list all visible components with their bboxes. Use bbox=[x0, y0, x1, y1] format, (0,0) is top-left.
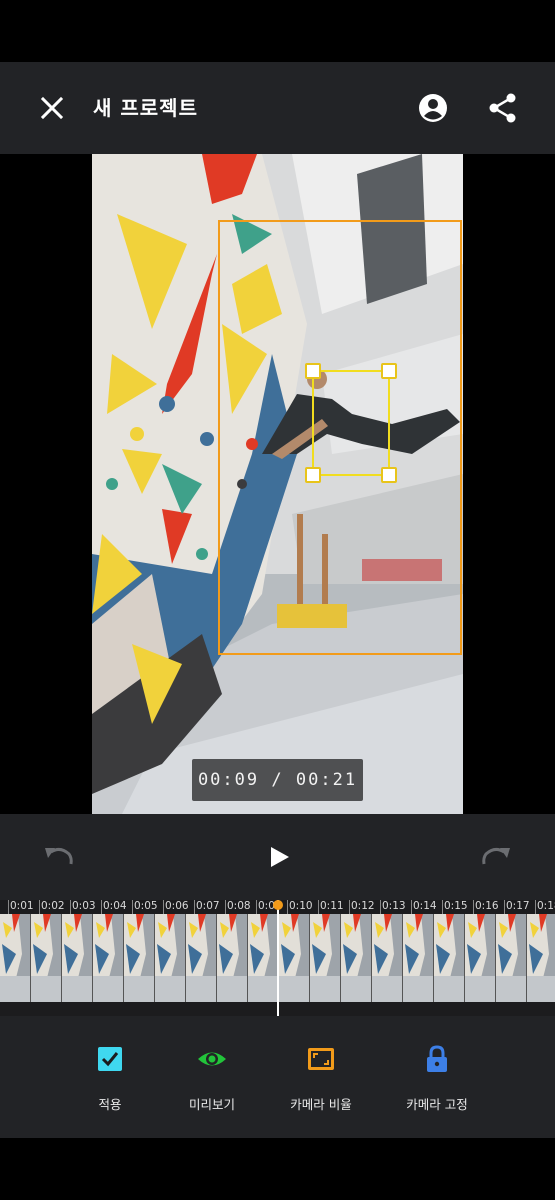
tick-label: 0:05 bbox=[134, 900, 158, 912]
tick-mark bbox=[163, 900, 164, 914]
redo-icon[interactable] bbox=[481, 844, 513, 870]
tick-mark bbox=[8, 900, 9, 914]
tick-label: 0:03 bbox=[72, 900, 96, 912]
tick-label: 0:01 bbox=[10, 900, 34, 912]
tick-mark bbox=[101, 900, 102, 914]
filmstrip-frame bbox=[465, 914, 496, 1002]
tick-mark bbox=[349, 900, 350, 914]
bottom-toolbar: 적용 미리보기 카메라 비율 카메라 고정 bbox=[0, 1016, 555, 1138]
filmstrip-frame bbox=[434, 914, 465, 1002]
tick-label: 0:06 bbox=[165, 900, 189, 912]
tick-mark bbox=[504, 900, 505, 914]
filmstrip-frame bbox=[124, 914, 155, 1002]
filmstrip-frame bbox=[93, 914, 124, 1002]
filmstrip-frame bbox=[0, 914, 31, 1002]
resize-handle-top-left[interactable] bbox=[305, 363, 321, 379]
playhead[interactable] bbox=[277, 900, 279, 1016]
filmstrip-frame bbox=[248, 914, 279, 1002]
tick-mark bbox=[473, 900, 474, 914]
camera-lock-label: 카메라 고정 bbox=[406, 1097, 468, 1112]
play-icon[interactable] bbox=[266, 844, 292, 870]
playhead-knob[interactable] bbox=[273, 900, 283, 910]
close-icon[interactable] bbox=[36, 92, 68, 124]
resize-handle-top-right[interactable] bbox=[381, 363, 397, 379]
filmstrip-frame bbox=[217, 914, 248, 1002]
tick-label: 0:16 bbox=[475, 900, 499, 912]
filmstrip-frame bbox=[62, 914, 93, 1002]
tick-mark bbox=[411, 900, 412, 914]
tick-label: 0:02 bbox=[41, 900, 65, 912]
tick-mark bbox=[380, 900, 381, 914]
tick-mark bbox=[132, 900, 133, 914]
filmstrip-frame bbox=[341, 914, 372, 1002]
account-circle-icon[interactable] bbox=[416, 91, 450, 125]
tick-label: 0:17 bbox=[506, 900, 530, 912]
tick-mark bbox=[318, 900, 319, 914]
filmstrip-frame bbox=[496, 914, 527, 1002]
tick-label: 0:07 bbox=[196, 900, 220, 912]
timecode-display: 00:09 / 00:21 bbox=[192, 759, 363, 801]
tick-label: 0:12 bbox=[351, 900, 375, 912]
focus-tracking-box[interactable] bbox=[305, 363, 397, 483]
tick-label: 0:10 bbox=[289, 900, 313, 912]
camera-ratio-button[interactable]: 카메라 비율 bbox=[266, 1044, 376, 1124]
share-icon[interactable] bbox=[486, 91, 520, 125]
video-preview: 00:09 / 00:21 bbox=[0, 154, 555, 814]
checkbox-icon bbox=[98, 1047, 122, 1071]
tick-label: 0:13 bbox=[382, 900, 406, 912]
top-app-bar: 새 프로젝트 bbox=[0, 62, 555, 154]
apply-button[interactable]: 적용 bbox=[55, 1044, 165, 1124]
total-time: 00:21 bbox=[295, 770, 358, 790]
filmstrip-frame bbox=[155, 914, 186, 1002]
filmstrip-frame bbox=[403, 914, 434, 1002]
filmstrip-frame bbox=[527, 914, 555, 1002]
status-bar-area bbox=[0, 0, 555, 62]
tick-label: 0:04 bbox=[103, 900, 127, 912]
eye-icon bbox=[198, 1052, 226, 1066]
filmstrip-frame bbox=[310, 914, 341, 1002]
tick-mark bbox=[225, 900, 226, 914]
filmstrip-frame bbox=[279, 914, 310, 1002]
filmstrip-frame bbox=[31, 914, 62, 1002]
current-time: 00:09 bbox=[197, 770, 260, 790]
preview-label: 미리보기 bbox=[188, 1097, 235, 1112]
tick-mark bbox=[442, 900, 443, 914]
tick-mark bbox=[256, 900, 257, 914]
tick-label: 0:14 bbox=[413, 900, 437, 912]
filmstrip-frame bbox=[186, 914, 217, 1002]
timeline[interactable]: 0:01 0:02 0:03 0:04 0:05 0:06 0:07 0:08 0:09 0:10… bbox=[0, 900, 555, 1016]
apply-label: 적용 bbox=[98, 1097, 122, 1112]
aspect-ratio-icon bbox=[308, 1048, 334, 1070]
undo-icon[interactable] bbox=[42, 844, 74, 870]
playback-controls bbox=[0, 814, 555, 900]
camera-lock-button[interactable]: 카메라 고정 bbox=[382, 1044, 492, 1124]
time-separator: / bbox=[271, 770, 284, 790]
tick-label: 0:08 bbox=[227, 900, 251, 912]
tick-label: 0:18 bbox=[537, 900, 555, 912]
resize-handle-bottom-right[interactable] bbox=[381, 467, 397, 483]
tick-mark bbox=[535, 900, 536, 914]
tick-mark bbox=[287, 900, 288, 914]
lock-icon bbox=[427, 1045, 447, 1072]
tick-label: 0:15 bbox=[444, 900, 468, 912]
preview-button[interactable]: 미리보기 bbox=[157, 1044, 267, 1124]
camera-ratio-label: 카메라 비율 bbox=[290, 1097, 352, 1112]
tick-mark bbox=[194, 900, 195, 914]
tick-mark bbox=[70, 900, 71, 914]
filmstrip-frame bbox=[372, 914, 403, 1002]
tick-label: 0:11 bbox=[320, 900, 344, 912]
tick-mark bbox=[39, 900, 40, 914]
page-title: 새 프로젝트 bbox=[93, 96, 198, 120]
system-navigation-area bbox=[0, 1138, 555, 1200]
resize-handle-bottom-left[interactable] bbox=[305, 467, 321, 483]
